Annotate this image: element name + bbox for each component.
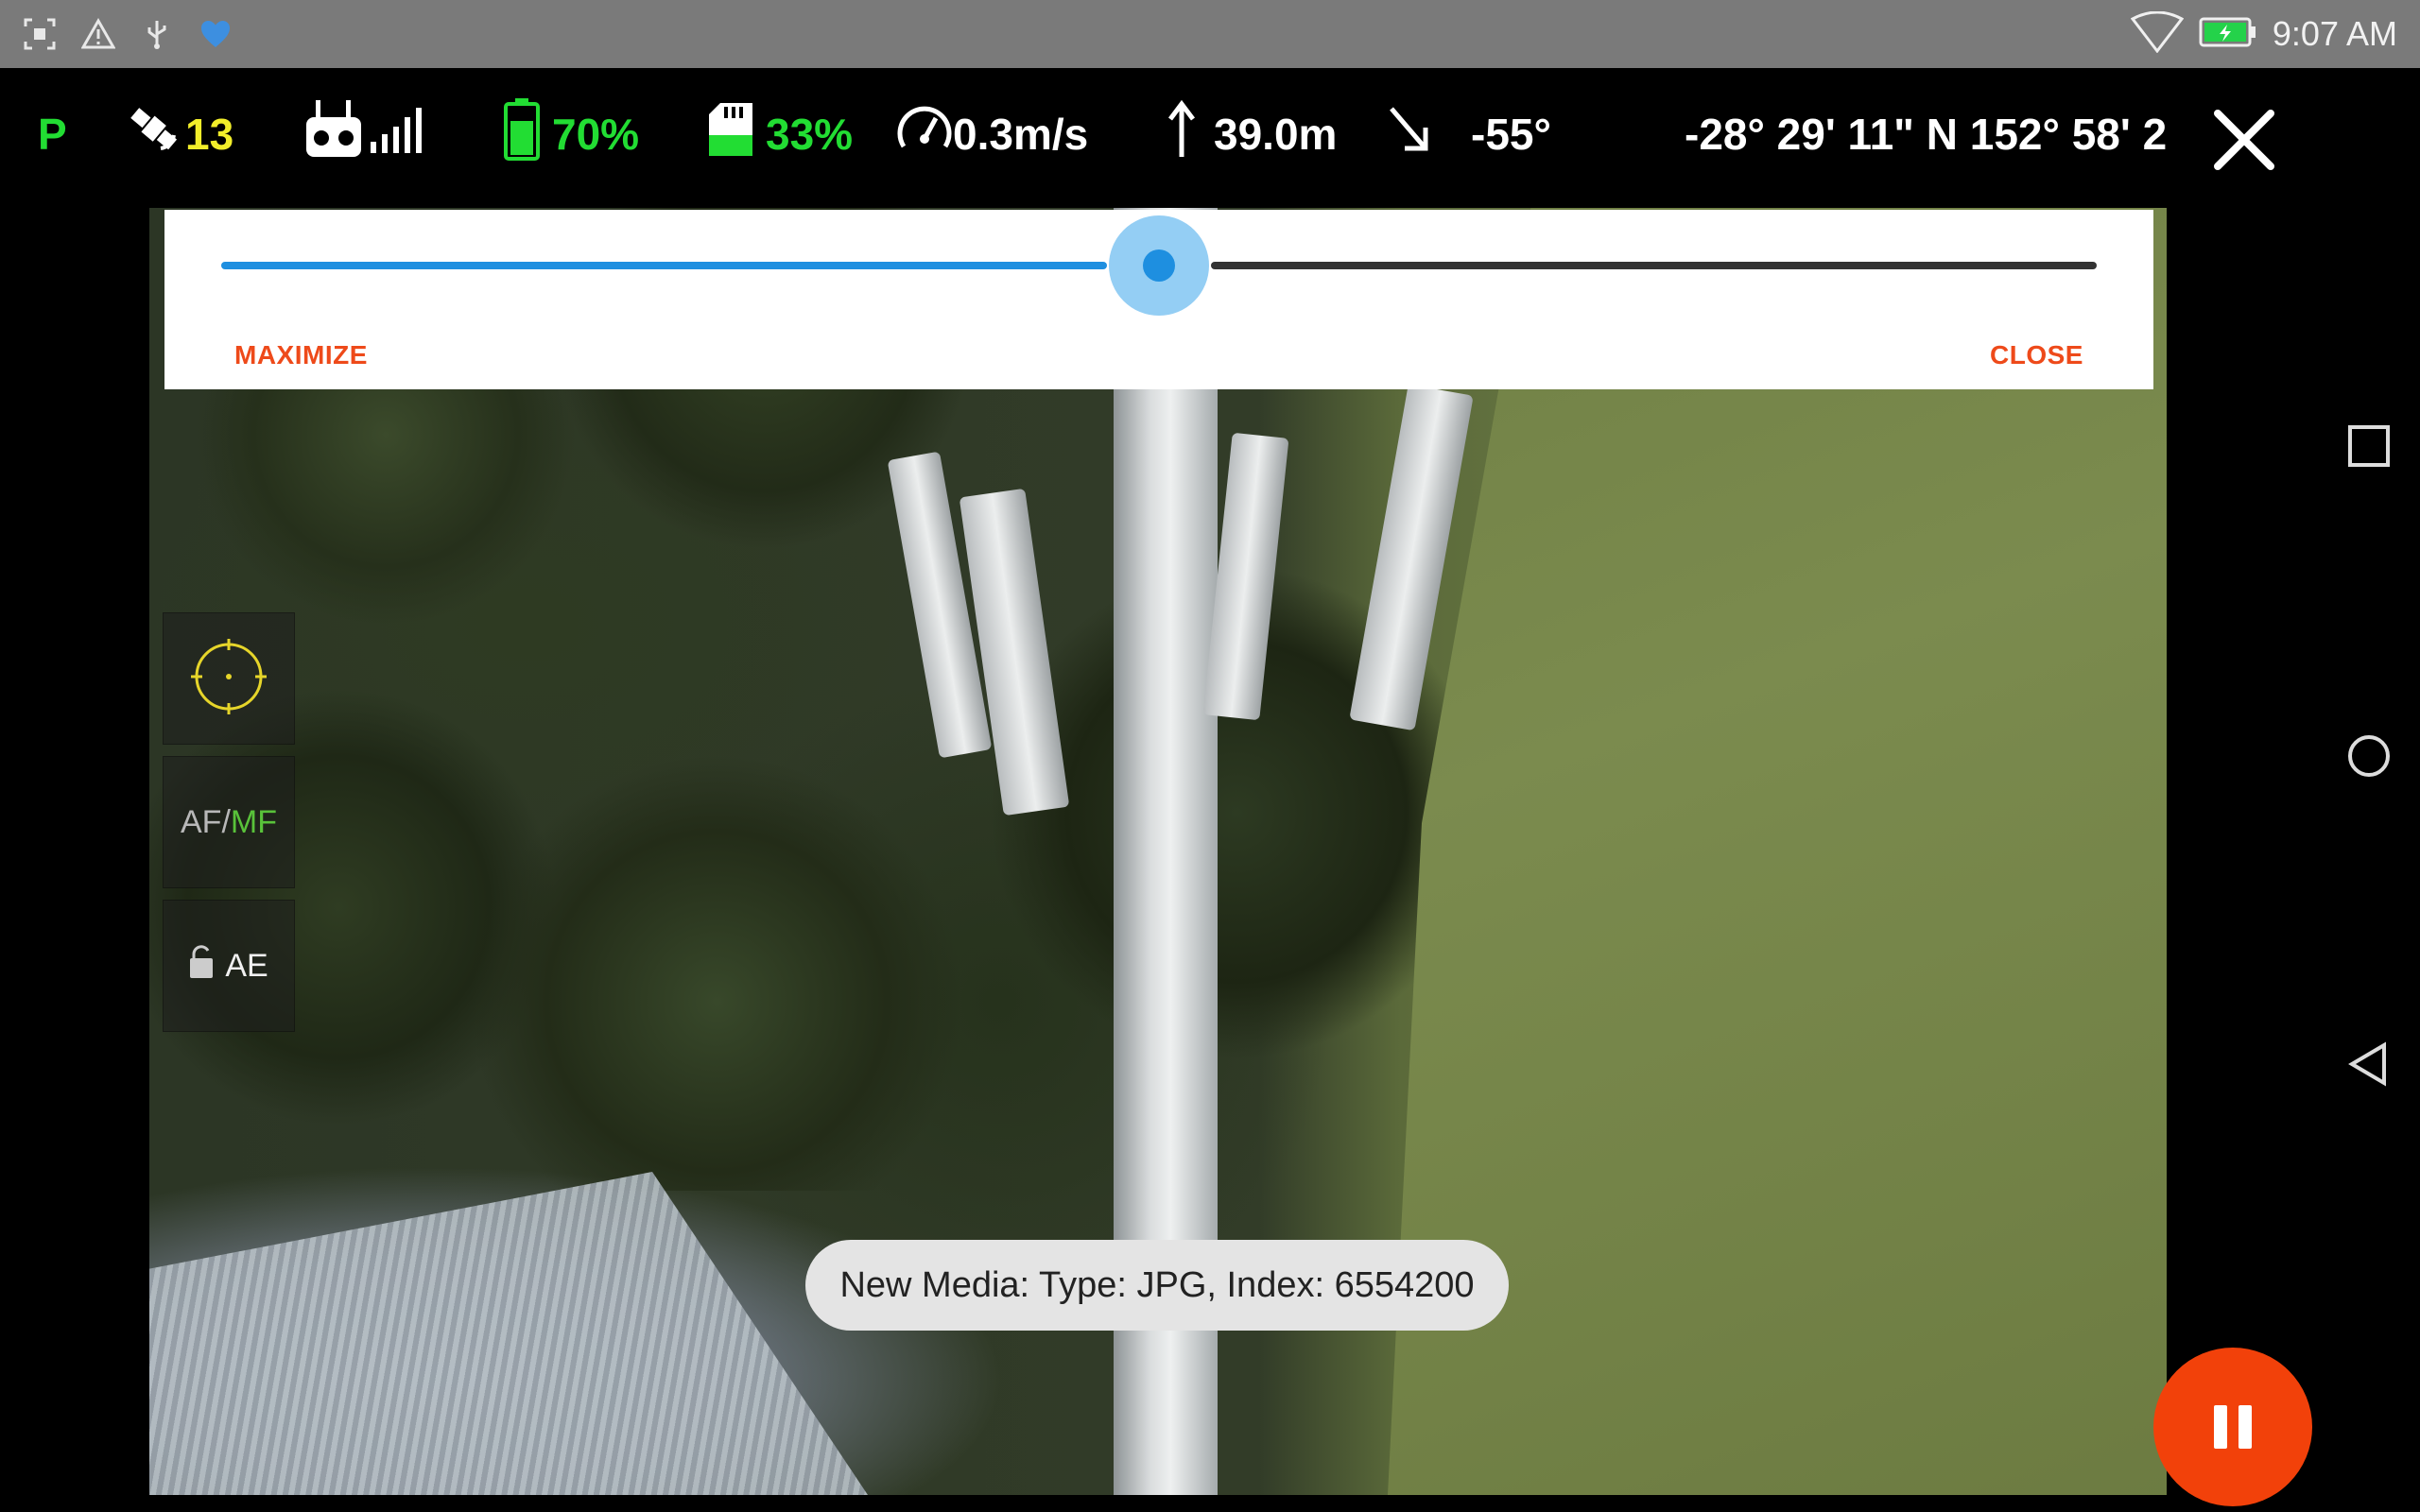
zoom-slider-track-empty[interactable]	[1211, 262, 2097, 269]
af-label: AF	[181, 803, 222, 840]
af-mf-toggle[interactable]: AF/MF	[163, 756, 295, 888]
af-mf-separator: /	[221, 803, 231, 840]
altitude-value: 39.0m	[1214, 110, 1338, 159]
new-media-toast: New Media: Type: JPG, Index: 6554200	[805, 1240, 1509, 1331]
altitude-arrow-icon	[1165, 99, 1199, 169]
satellite-count: 13	[185, 110, 234, 159]
right-sidebar	[2170, 68, 2420, 1512]
drone-battery[interactable]: 70%	[503, 97, 640, 163]
signal-strength-icon	[371, 106, 431, 163]
sd-card-status[interactable]: 33%	[707, 102, 854, 163]
gimbal-pitch-arrow-icon	[1386, 103, 1433, 166]
speedometer-icon	[896, 101, 953, 168]
speed-value: 0.3m/s	[953, 110, 1089, 159]
af-mf-label: AF/MF	[181, 804, 277, 841]
telemetry-bar: P 13 70% 33% 0.3m/s 39.0m -55° -28° 29' …	[0, 68, 2170, 208]
close-panel-button[interactable]: CLOSE	[1990, 340, 2083, 370]
horizontal-speed: 0.3m/s	[896, 106, 1088, 163]
gimbal-pitch-value: -55°	[1471, 110, 1551, 159]
mf-label: MF	[230, 803, 277, 840]
status-clock: 9:07 AM	[2272, 14, 2397, 53]
maximize-button[interactable]: MAXIMIZE	[234, 340, 368, 370]
battery-charging-icon	[2199, 17, 2257, 52]
remote-signal[interactable]	[304, 99, 431, 163]
crosshair-icon	[191, 638, 267, 719]
ae-lock-button[interactable]: AE	[163, 900, 295, 1032]
close-icon[interactable]	[2210, 106, 2278, 174]
sd-card-icon	[707, 101, 754, 168]
sd-card-value: 33%	[766, 110, 854, 159]
home-icon[interactable]	[2346, 733, 2392, 779]
drone-battery-value: 70%	[552, 110, 640, 159]
screenshot-icon	[21, 15, 59, 53]
pause-button[interactable]	[2153, 1348, 2312, 1506]
wifi-icon	[2130, 10, 2185, 58]
ae-label: AE	[225, 947, 268, 984]
altitude: 39.0m	[1165, 99, 1338, 163]
usb-icon	[138, 15, 176, 53]
system-status-bar: 9:07 AM	[0, 0, 2420, 68]
warning-icon	[79, 15, 117, 53]
zoom-slider-track-filled[interactable]	[221, 262, 1107, 269]
zoom-slider-thumb-dot	[1143, 249, 1175, 282]
back-icon[interactable]	[2346, 1041, 2392, 1087]
drone-battery-icon	[503, 97, 541, 171]
focus-target-button[interactable]	[163, 612, 295, 745]
gps-status[interactable]: 13	[125, 106, 233, 163]
gimbal-pitch: -55°	[1386, 106, 1551, 163]
satellite-icon	[125, 101, 193, 168]
gps-coordinates: -28° 29' 11" N 152° 58' 2	[1685, 110, 2168, 159]
feed-roof	[149, 1172, 868, 1495]
zoom-slider-thumb[interactable]	[1109, 215, 1209, 316]
unlock-icon	[189, 944, 214, 988]
pause-icon	[2208, 1405, 2257, 1449]
zoom-slider-panel: MAXIMIZE CLOSE	[164, 210, 2153, 389]
heart-icon	[197, 15, 234, 53]
recent-apps-icon[interactable]	[2346, 423, 2392, 469]
remote-controller-icon	[304, 98, 363, 171]
flight-mode: P	[38, 110, 67, 159]
